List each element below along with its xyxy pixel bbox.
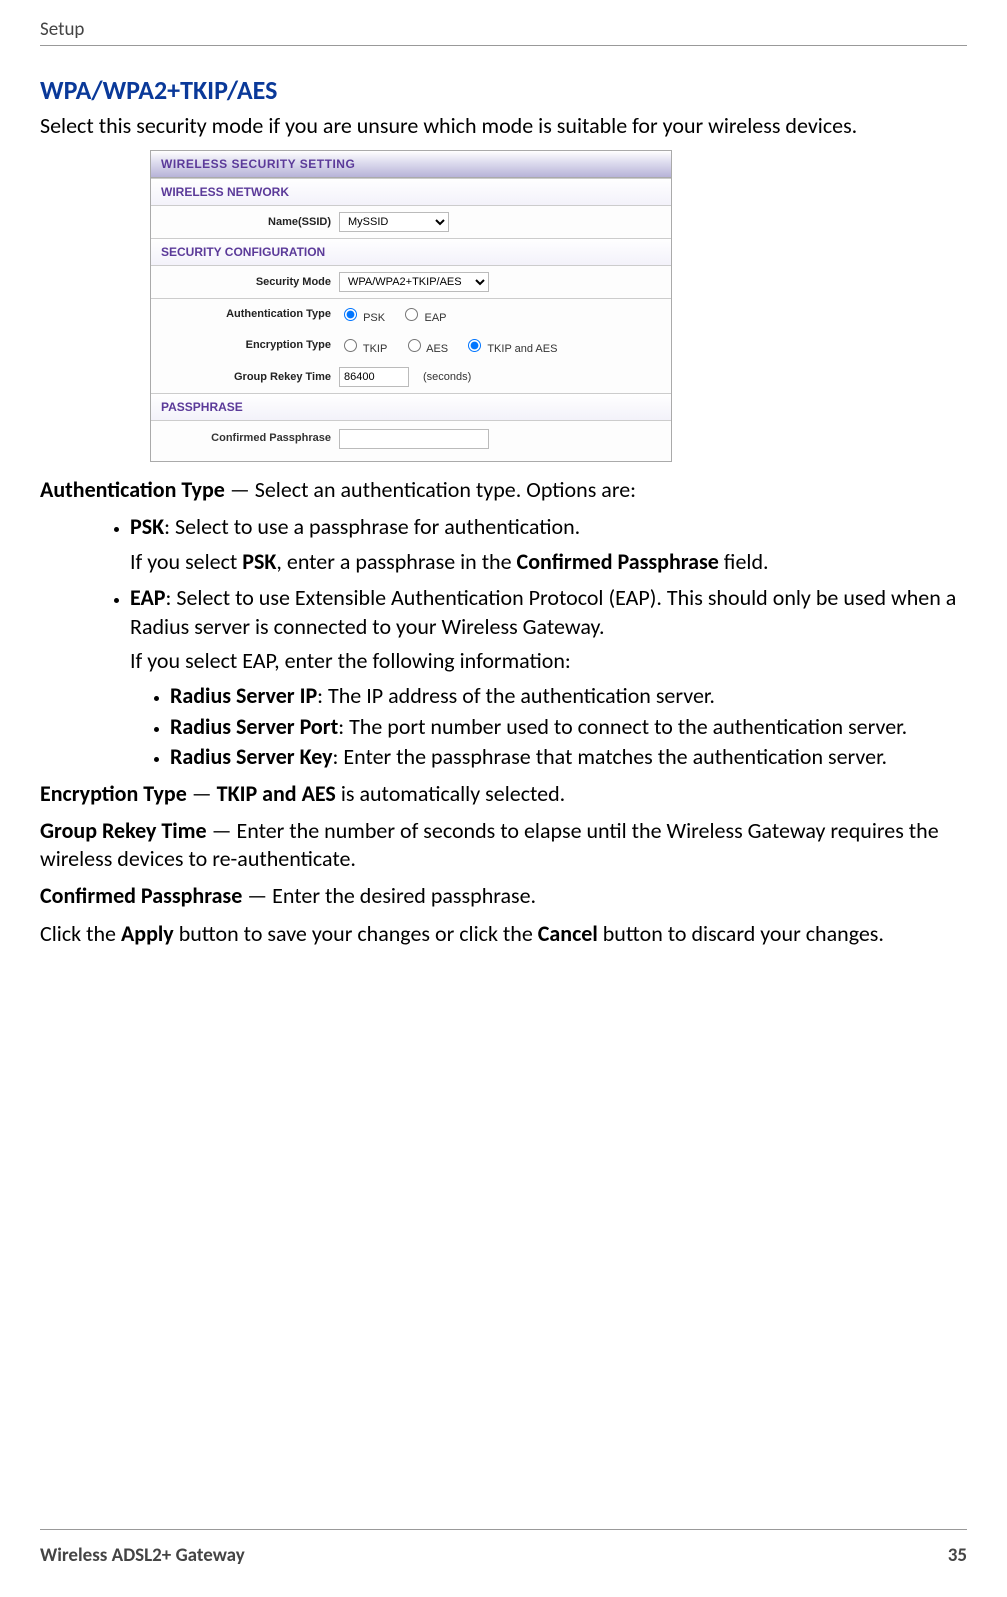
security-mode-label: Security Mode bbox=[161, 276, 339, 288]
panel-title: WIRELESS SECURITY SETTING bbox=[151, 151, 671, 178]
encryption-type-desc: Encryption Type — TKIP and AES is automa… bbox=[40, 780, 967, 808]
radius-ip-bullet: Radius Server IP: The IP address of the … bbox=[170, 682, 967, 711]
passphrase-header: PASSPHRASE bbox=[151, 393, 671, 421]
rekey-time-input[interactable] bbox=[339, 367, 409, 387]
radius-key-bullet: Radius Server Key: Enter the passphrase … bbox=[170, 743, 967, 772]
confirmed-passphrase-label: Confirmed Passphrase bbox=[161, 432, 339, 444]
footer-product: Wireless ADSL2+ Gateway bbox=[40, 1544, 245, 1567]
enc-aes-radio[interactable] bbox=[408, 339, 421, 352]
confirmed-passphrase-input[interactable] bbox=[339, 429, 489, 449]
enc-both-option[interactable]: TKIP and AES bbox=[463, 343, 557, 355]
rekey-time-label: Group Rekey Time bbox=[161, 371, 339, 383]
apply-cancel-desc: Click the Apply button to save your chan… bbox=[40, 920, 967, 948]
auth-psk-radio[interactable] bbox=[344, 308, 357, 321]
enc-both-radio[interactable] bbox=[468, 339, 481, 352]
psk-bullet: PSK: Select to use a passphrase for auth… bbox=[130, 513, 967, 576]
config-panel-screenshot: WIRELESS SECURITY SETTING WIRELESS NETWO… bbox=[150, 150, 967, 462]
auth-type-label: Authentication Type bbox=[161, 308, 339, 320]
footer-page-number: 35 bbox=[948, 1544, 967, 1567]
enc-tkip-option[interactable]: TKIP bbox=[339, 343, 387, 355]
wireless-network-header: WIRELESS NETWORK bbox=[151, 178, 671, 206]
ssid-label: Name(SSID) bbox=[161, 216, 339, 228]
rekey-unit: (seconds) bbox=[423, 371, 471, 383]
section-intro: Select this security mode if you are uns… bbox=[40, 112, 967, 140]
auth-eap-radio[interactable] bbox=[405, 308, 418, 321]
security-config-header: SECURITY CONFIGURATION bbox=[151, 238, 671, 266]
page-footer: Wireless ADSL2+ Gateway 35 bbox=[40, 1529, 967, 1567]
enc-aes-option[interactable]: AES bbox=[403, 343, 448, 355]
confirmed-passphrase-desc: Confirmed Passphrase — Enter the desired… bbox=[40, 882, 967, 910]
eap-bullet: EAP: Select to use Extensible Authentica… bbox=[130, 584, 967, 772]
auth-type-desc: Authentication Type — Select an authenti… bbox=[40, 476, 967, 504]
ssid-select[interactable]: MySSID bbox=[339, 212, 449, 232]
group-rekey-desc: Group Rekey Time — Enter the number of s… bbox=[40, 817, 967, 872]
auth-psk-option[interactable]: PSK bbox=[339, 312, 385, 324]
enc-type-label: Encryption Type bbox=[161, 339, 339, 351]
section-heading: WPA/WPA2+TKIP/AES bbox=[40, 74, 967, 106]
enc-tkip-radio[interactable] bbox=[344, 339, 357, 352]
auth-eap-option[interactable]: EAP bbox=[400, 312, 446, 324]
radius-port-bullet: Radius Server Port: The port number used… bbox=[170, 713, 967, 742]
page-header: Setup bbox=[40, 18, 967, 46]
security-mode-select[interactable]: WPA/WPA2+TKIP/AES bbox=[339, 272, 489, 292]
